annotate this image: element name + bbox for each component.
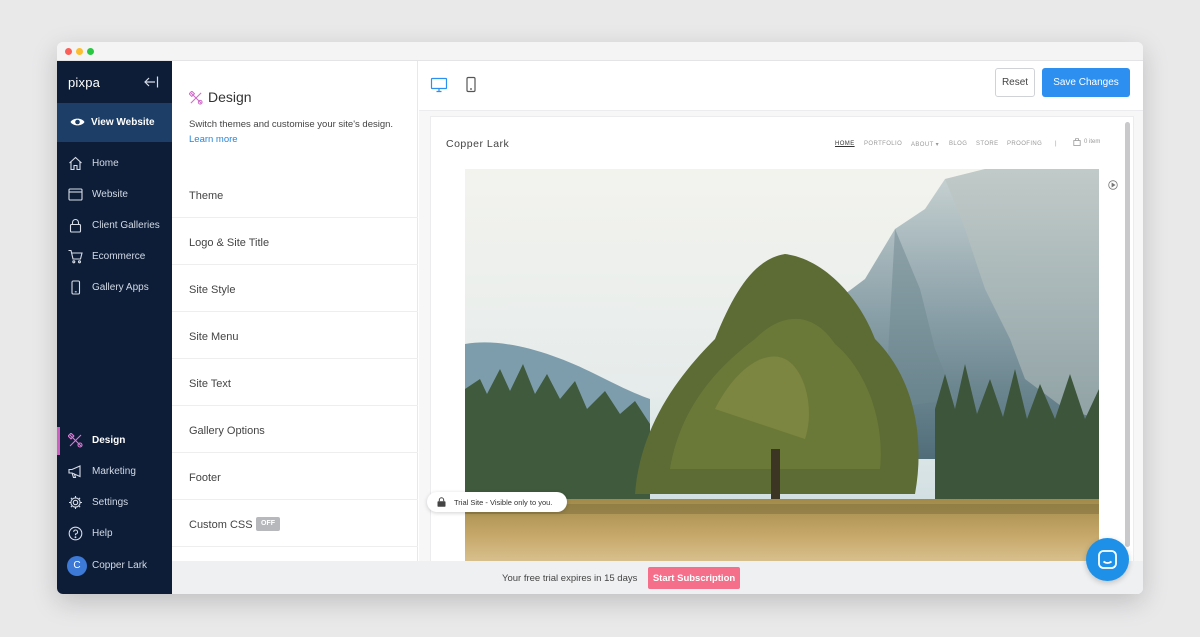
bag-icon (1073, 138, 1081, 146)
avatar: C (67, 556, 87, 576)
help-icon (68, 526, 83, 541)
main-area: Reset Save Changes Copper Lark HOME PORT… (419, 61, 1143, 562)
megaphone-icon (68, 465, 81, 479)
sidebar-item-label: Settings (92, 497, 129, 508)
option-custom-css[interactable]: Custom CSS OFF (172, 500, 418, 547)
sidebar: pixpa View Website Home Website Client G… (57, 61, 172, 594)
sidebar-item-label: Home (92, 158, 119, 169)
lock-icon (69, 219, 82, 233)
option-label: Theme (189, 190, 224, 202)
desktop-icon[interactable] (430, 76, 448, 94)
site-title: Copper Lark (446, 138, 510, 150)
option-site-style[interactable]: Site Style (172, 265, 418, 312)
zoom-window-button[interactable] (87, 48, 94, 55)
trial-site-notice: Trial Site - Visible only to you. (427, 492, 567, 512)
minimize-window-button[interactable] (76, 48, 83, 55)
option-theme[interactable]: Theme (172, 171, 418, 218)
option-gallery-options[interactable]: Gallery Options (172, 406, 418, 453)
option-site-menu[interactable]: Site Menu (172, 312, 418, 359)
option-label: Site Style (189, 284, 236, 296)
chat-launcher[interactable] (1086, 538, 1129, 581)
sidebar-item-home[interactable]: Home (57, 150, 172, 178)
chat-icon (1098, 550, 1117, 569)
site-nav-home[interactable]: HOME (835, 141, 855, 147)
title-bar (57, 42, 1143, 61)
phone-icon (71, 280, 81, 295)
sidebar-item-gallery-apps[interactable]: Gallery Apps (57, 274, 172, 302)
sidebar-item-marketing[interactable]: Marketing (57, 458, 172, 486)
option-footer[interactable]: Footer (172, 453, 418, 500)
trial-site-label: Trial Site - Visible only to you. (454, 498, 553, 507)
sidebar-item-label: Design (92, 435, 126, 446)
sidebar-item-label: Gallery Apps (92, 282, 149, 293)
sidebar-item-label: Website (92, 189, 128, 200)
browser-icon (68, 188, 83, 201)
user-name: Copper Lark (92, 560, 148, 571)
user-account[interactable]: C Copper Lark (57, 552, 172, 580)
cart-count: 0 item (1084, 139, 1101, 145)
start-subscription-button[interactable]: Start Subscription (648, 567, 740, 589)
pixpa-logo: pixpa (68, 75, 101, 90)
option-label: Footer (189, 472, 221, 484)
reset-button[interactable]: Reset (995, 68, 1035, 97)
sidebar-item-label: Client Galleries (92, 220, 160, 231)
option-label: Logo & Site Title (189, 237, 270, 249)
sidebar-item-help[interactable]: Help (57, 520, 172, 548)
sidebar-item-client-galleries[interactable]: Client Galleries (57, 212, 172, 240)
design-panel: Design Switch themes and customise your … (172, 61, 418, 561)
sidebar-item-ecommerce[interactable]: Ecommerce (57, 243, 172, 271)
sidebar-item-website[interactable]: Website (57, 181, 172, 209)
gear-icon (69, 496, 82, 509)
site-nav-store[interactable]: STORE (976, 141, 999, 147)
trial-message: Your free trial expires in 15 days (502, 573, 638, 584)
mobile-icon[interactable] (462, 76, 480, 94)
panel-title: Design (208, 89, 252, 105)
save-changes-button[interactable]: Save Changes (1042, 68, 1130, 97)
design-icon (68, 433, 83, 448)
site-nav-divider: | (1055, 141, 1057, 147)
site-nav-blog[interactable]: BLOG (949, 141, 967, 147)
preview-scrollbar[interactable] (1125, 122, 1130, 547)
play-icon[interactable] (1108, 180, 1118, 190)
site-cart[interactable]: 0 item (1073, 137, 1113, 149)
option-label: Site Menu (189, 331, 239, 343)
view-website-label: View Website (91, 117, 155, 128)
collapse-sidebar-icon[interactable] (143, 75, 159, 89)
sidebar-item-label: Help (92, 528, 113, 539)
sidebar-item-settings[interactable]: Settings (57, 489, 172, 517)
sidebar-item-design[interactable]: Design (57, 427, 172, 455)
option-label: Site Text (189, 378, 231, 390)
close-window-button[interactable] (65, 48, 72, 55)
trial-footer: Your free trial expires in 15 days Start… (172, 561, 1143, 594)
status-badge: OFF (256, 517, 280, 531)
panel-description: Switch themes and customise your site's … (189, 119, 394, 130)
option-label: Custom CSS (189, 519, 253, 531)
site-nav-proofing[interactable]: PROOFING (1007, 141, 1042, 147)
sidebar-item-label: Marketing (92, 466, 136, 477)
lock-icon (437, 497, 446, 507)
learn-more-link[interactable]: Learn more (189, 134, 238, 145)
sidebar-item-label: Ecommerce (92, 251, 146, 262)
brand-row: pixpa (57, 61, 172, 103)
option-logo-site-title[interactable]: Logo & Site Title (172, 218, 418, 265)
option-site-text[interactable]: Site Text (172, 359, 418, 406)
view-website-button[interactable]: View Website (57, 103, 172, 142)
toolbar: Reset Save Changes (419, 61, 1143, 111)
browser-window: pixpa View Website Home Website Client G… (57, 42, 1143, 594)
option-label: Gallery Options (189, 425, 265, 437)
design-icon (189, 91, 203, 105)
home-icon (69, 156, 82, 171)
site-nav-about[interactable]: ABOUT ▾ (911, 141, 939, 148)
eye-icon (70, 118, 85, 126)
site-nav-portfolio[interactable]: PORTFOLIO (864, 141, 902, 147)
cart-icon (68, 249, 83, 264)
